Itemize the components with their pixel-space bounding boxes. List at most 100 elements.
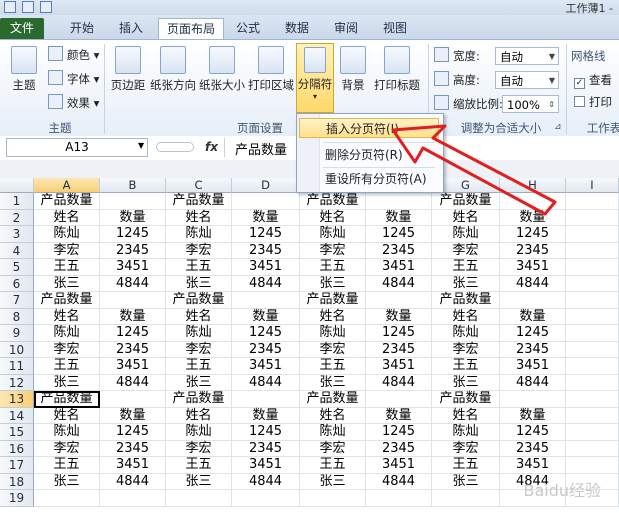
row-header[interactable]: 4 [0,242,34,259]
theme-effects-button[interactable]: 效果 ▾ [48,93,99,113]
table-cell[interactable]: 产品数量 [300,391,366,408]
table-cell[interactable]: 陈灿 [166,325,232,342]
table-cell[interactable]: 李宏 [300,242,366,259]
table-cell[interactable] [566,358,619,375]
table-cell[interactable]: 2345 [500,242,566,259]
table-cell[interactable]: 姓名 [166,209,232,226]
table-cell[interactable]: 数量 [232,209,300,226]
table-cell[interactable]: 3451 [100,259,166,276]
row-header[interactable]: 6 [0,275,34,292]
table-cell[interactable]: 数量 [500,308,566,325]
table-cell[interactable]: 姓名 [34,209,100,226]
table-cell[interactable]: 3451 [366,259,432,276]
table-cell[interactable]: 数量 [366,407,432,424]
table-cell[interactable] [566,457,619,474]
undo-icon[interactable] [22,1,34,13]
table-cell[interactable]: 姓名 [166,308,232,325]
table-cell[interactable]: 数量 [500,407,566,424]
table-cell[interactable]: 张三 [166,374,232,391]
table-cell[interactable]: 陈灿 [300,226,366,243]
table-cell[interactable]: 张三 [34,374,100,391]
table-cell[interactable]: 2345 [100,341,166,358]
table-cell[interactable]: 1245 [100,325,166,342]
table-cell[interactable] [566,424,619,441]
table-cell[interactable] [566,341,619,358]
table-cell[interactable] [566,292,619,309]
table-cell[interactable]: 陈灿 [34,226,100,243]
table-cell[interactable] [566,407,619,424]
margins-button[interactable]: 页边距 [108,46,148,93]
row-header[interactable]: 17 [0,457,34,474]
chevron-down-icon[interactable]: ▼ [138,141,144,150]
table-cell[interactable]: 2345 [366,242,432,259]
table-cell[interactable]: 2345 [500,341,566,358]
table-cell[interactable]: 李宏 [300,440,366,457]
table-cell[interactable]: 王五 [34,259,100,276]
row-header[interactable]: 1 [0,193,34,210]
column-header-d[interactable]: D [232,178,300,193]
table-cell[interactable]: 张三 [34,473,100,490]
table-cell[interactable]: 3451 [100,358,166,375]
table-cell[interactable]: 陈灿 [300,424,366,441]
table-cell[interactable]: 姓名 [432,407,500,424]
table-cell[interactable] [232,490,300,507]
table-cell[interactable]: 2345 [100,440,166,457]
table-cell[interactable]: 2345 [232,440,300,457]
table-cell[interactable]: 1245 [232,226,300,243]
select-all-corner[interactable] [0,178,34,193]
table-cell[interactable]: 3451 [232,259,300,276]
table-cell[interactable]: 张三 [300,275,366,292]
table-cell[interactable]: 姓名 [166,407,232,424]
table-cell[interactable]: 数量 [100,308,166,325]
table-cell[interactable]: 王五 [34,358,100,375]
table-cell[interactable]: 王五 [34,457,100,474]
formula-input[interactable]: 产品数量 [235,139,287,158]
table-cell[interactable]: 张三 [34,275,100,292]
table-cell[interactable]: 4844 [500,374,566,391]
table-cell[interactable]: 李宏 [432,341,500,358]
table-cell[interactable]: 1245 [232,325,300,342]
column-header-a[interactable]: A [34,178,100,193]
table-cell[interactable]: 2345 [500,440,566,457]
table-cell[interactable]: 4844 [232,275,300,292]
table-cell[interactable]: 产品数量 [300,292,366,309]
gridlines-print-checkbox[interactable]: 打印 [574,92,612,112]
table-cell[interactable]: 张三 [432,374,500,391]
row-header[interactable]: 18 [0,473,34,490]
theme-fonts-button[interactable]: 字体 ▾ [48,69,99,89]
table-cell[interactable]: 张三 [300,473,366,490]
table-cell[interactable]: 3451 [232,457,300,474]
table-cell[interactable]: 产品数量 [34,193,100,210]
table-cell[interactable] [566,374,619,391]
row-header[interactable]: 9 [0,325,34,342]
print-area-button[interactable]: 打印区域 [248,46,294,93]
table-cell[interactable]: 张三 [432,473,500,490]
print-titles-button[interactable]: 打印标题 [372,46,422,93]
table-cell[interactable] [232,391,300,408]
scale-spinner[interactable]: 100% ⇕ [502,95,559,113]
table-cell[interactable]: 王五 [300,259,366,276]
row-header[interactable]: 11 [0,358,34,375]
table-cell[interactable]: 1245 [500,226,566,243]
name-box[interactable]: A13 [6,138,148,157]
table-cell[interactable]: 姓名 [300,308,366,325]
table-cell[interactable]: 产品数量 [432,391,500,408]
tab-home[interactable]: 开始 [62,18,102,39]
table-cell[interactable]: 姓名 [300,407,366,424]
tab-data[interactable]: 数据 [277,18,317,39]
table-cell[interactable]: 数量 [232,308,300,325]
table-cell[interactable]: 1245 [366,325,432,342]
table-cell[interactable]: 姓名 [34,308,100,325]
table-cell[interactable]: 1245 [100,424,166,441]
table-cell[interactable] [566,209,619,226]
column-header-b[interactable]: B [100,178,166,193]
table-cell[interactable]: 姓名 [300,209,366,226]
table-cell[interactable]: 王五 [432,259,500,276]
table-cell[interactable]: 4844 [500,275,566,292]
table-cell[interactable]: 4844 [232,473,300,490]
tab-review[interactable]: 审阅 [326,18,366,39]
table-cell[interactable]: 1245 [100,226,166,243]
table-cell[interactable]: 3451 [232,358,300,375]
table-cell[interactable]: 王五 [300,457,366,474]
table-cell[interactable] [432,490,500,507]
